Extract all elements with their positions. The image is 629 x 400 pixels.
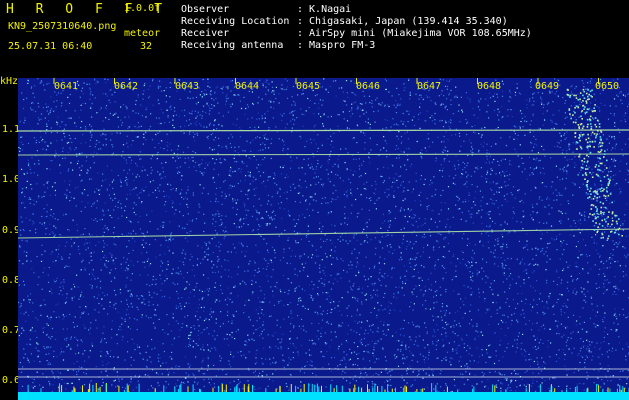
date-time: 25.07.31 06:40	[8, 41, 93, 52]
event-count: 32	[140, 41, 153, 52]
mode-label: meteor	[124, 28, 161, 39]
file-name: KN9_2507310640.png	[8, 21, 117, 32]
observer-value: : K.Nagai	[297, 4, 352, 15]
time-tick-label: 0645	[296, 81, 321, 92]
spectrogram-plot	[18, 78, 629, 400]
receiver-label: Receiver	[181, 28, 230, 39]
time-tick-label: 0646	[356, 81, 381, 92]
noise-floor-bar	[18, 392, 629, 400]
app-version: 1.0.0f	[124, 3, 161, 14]
location-value: : Chigasaki, Japan (139.414 35.340)	[297, 16, 508, 27]
location-label: Receiving Location	[181, 16, 290, 27]
receiver-value: : AirSpy mini (Miakejima VOR 108.65MHz)	[297, 28, 532, 39]
header-panel: H R O F F T 1.0.0f KN9_2507310640.png me…	[0, 0, 629, 76]
time-tick-label: 0644	[235, 81, 260, 92]
observer-label: Observer	[181, 4, 230, 15]
antenna-label: Receiving antenna	[181, 40, 284, 51]
time-tick-label: 0648	[477, 81, 502, 92]
time-tick-label: 0642	[114, 81, 139, 92]
frequency-unit: kHz	[0, 76, 19, 87]
time-tick-label: 0641	[54, 81, 79, 92]
time-tick-label: 0647	[417, 81, 442, 92]
antenna-value: : Maspro FM-3	[297, 40, 376, 51]
time-tick-label: 0643	[175, 81, 200, 92]
time-tick-label: 0650	[595, 81, 620, 92]
time-tick-label: 0649	[535, 81, 560, 92]
